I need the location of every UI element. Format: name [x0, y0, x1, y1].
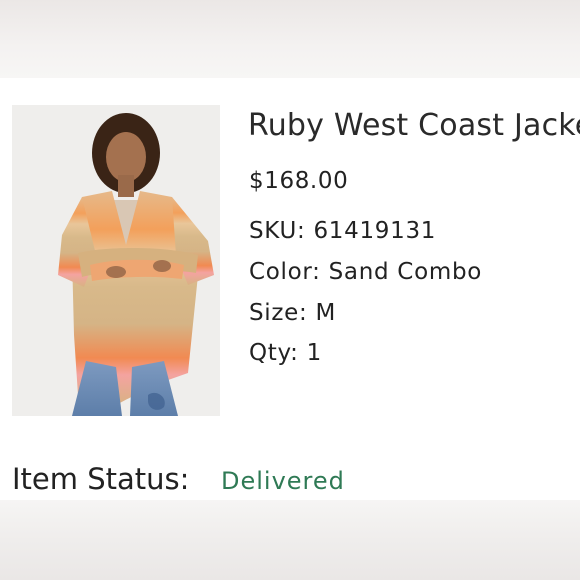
color-label: Color: — [249, 259, 321, 285]
item-status-label: Item Status: — [12, 462, 190, 496]
size-row: Size: M — [249, 300, 336, 326]
size-value: M — [315, 300, 337, 326]
item-status-value: Delivered — [221, 467, 345, 495]
order-item-card: Ruby West Coast Jacket $168.00 SKU: 6141… — [0, 78, 580, 500]
color-value: Sand Combo — [328, 259, 483, 285]
sku-label: SKU: — [249, 218, 306, 244]
product-price: $168.00 — [249, 168, 349, 194]
sku-value: 61419131 — [313, 218, 437, 244]
sku-row: SKU: 61419131 — [249, 218, 436, 244]
product-image[interactable] — [12, 105, 220, 416]
bottom-background — [0, 500, 580, 580]
qty-label: Qty: — [249, 340, 299, 366]
product-title[interactable]: Ruby West Coast Jacket — [248, 108, 580, 143]
color-row: Color: Sand Combo — [249, 259, 482, 285]
qty-row: Qty: 1 — [249, 340, 322, 366]
qty-value: 1 — [306, 340, 322, 366]
top-background — [0, 0, 580, 78]
size-label: Size: — [249, 300, 308, 326]
model-jacket-photo — [12, 105, 220, 416]
